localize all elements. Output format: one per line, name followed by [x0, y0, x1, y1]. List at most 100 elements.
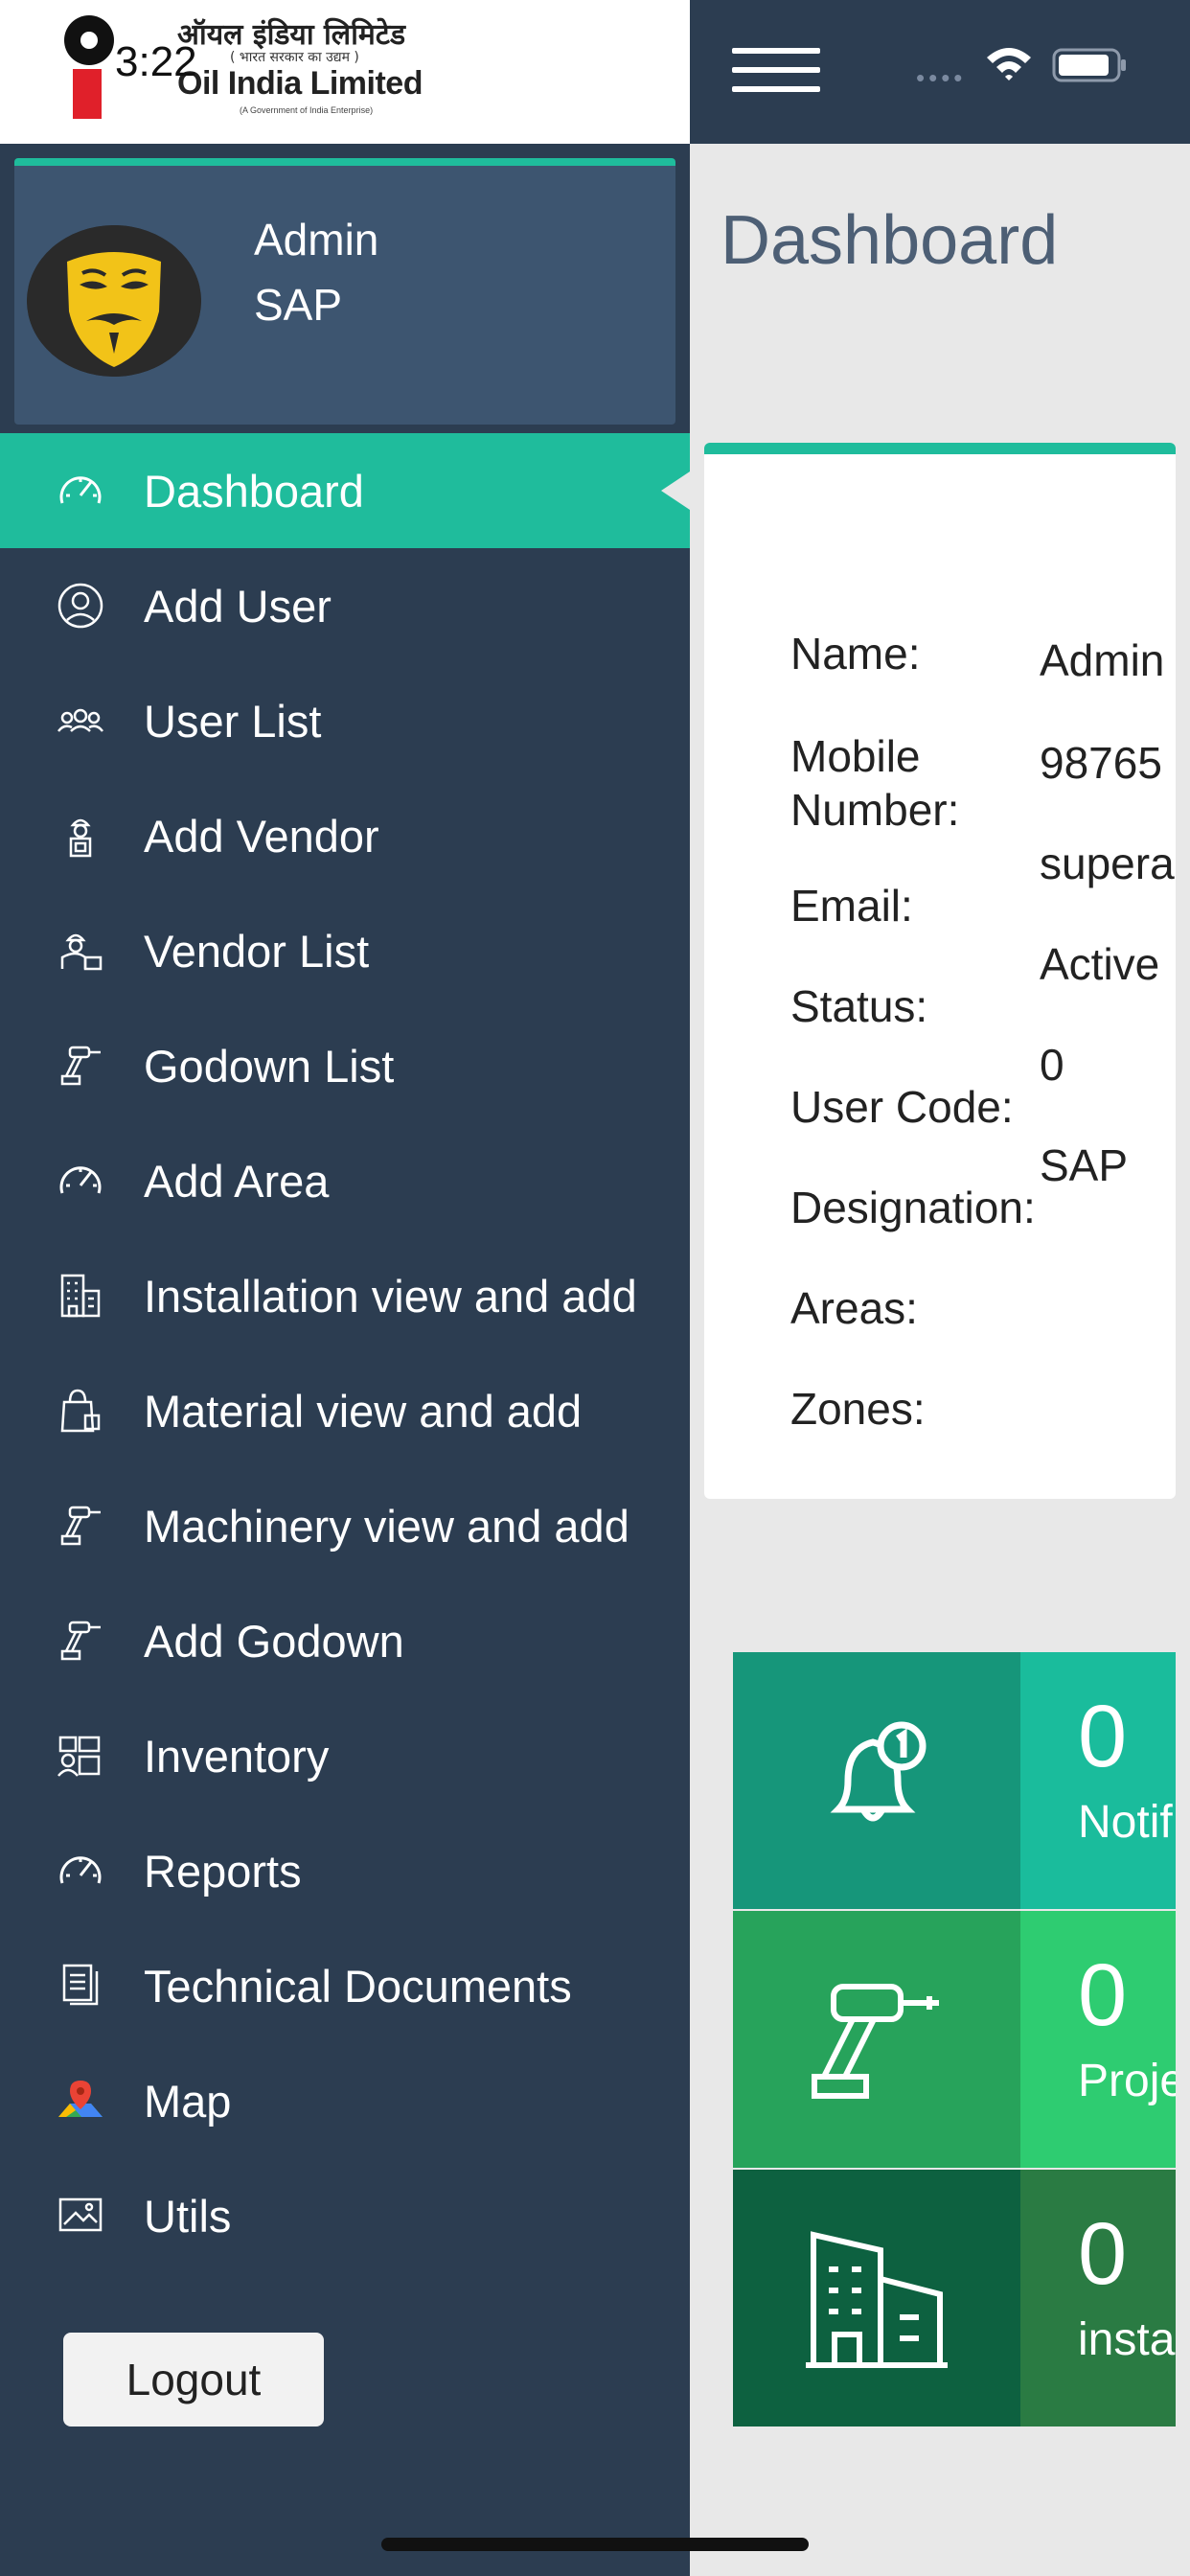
- drill-icon: [56, 1041, 105, 1091]
- speedometer-icon: [56, 1846, 105, 1896]
- profile-name: Admin: [254, 215, 379, 264]
- page-title: Dashboard: [721, 202, 1059, 279]
- sidebar-item-add-user[interactable]: Add User: [0, 548, 690, 663]
- logo-hindi-subtext: ( भारत सरकार का उद्यम ): [230, 50, 359, 65]
- designation-value: SAP: [1040, 1140, 1129, 1190]
- zones-label: Zones:: [790, 1384, 926, 1434]
- drill-icon: [56, 1501, 105, 1551]
- sidebar-item-utils[interactable]: Utils: [0, 2158, 690, 2273]
- vendor-icon: [56, 811, 105, 861]
- stat-icon-area: [733, 2170, 1020, 2426]
- sidebar-item-dashboard[interactable]: Dashboard: [0, 433, 690, 548]
- vendor-worker-icon: [56, 926, 105, 976]
- logout-button[interactable]: Logout: [63, 2333, 324, 2426]
- stat-value-area: 0 Notif: [1020, 1652, 1176, 1909]
- mask-avatar-icon: [27, 225, 201, 377]
- stat-value-area: 0 insta: [1020, 2170, 1176, 2426]
- email-value: supera: [1040, 839, 1175, 888]
- sidebar-item-label: Add Vendor: [144, 810, 379, 862]
- company-logo: ऑयल इंडिया लिमिटेड ( भारत सरकार का उद्यम…: [0, 0, 690, 144]
- wifi-icon: [987, 48, 1031, 80]
- status-value: Active: [1040, 939, 1160, 989]
- user-profile-panel: Name: Admin Mobile Number: 98765 Email: …: [704, 443, 1176, 1499]
- sidebar-item-technical-documents[interactable]: Technical Documents: [0, 1928, 690, 2043]
- user-code-label: User Code:: [790, 1082, 1014, 1132]
- app-header: ••••: [690, 0, 1190, 144]
- logo-hindi-text: ऑयल इंडिया लिमिटेड: [177, 18, 406, 52]
- sidebar-item-label: Installation view and add: [144, 1270, 637, 1322]
- image-icon: [56, 2191, 105, 2241]
- stat-count: 0: [1078, 1946, 1128, 2044]
- sidebar-item-label: Machinery view and add: [144, 1500, 629, 1552]
- profile-card: Admin SAP: [14, 158, 675, 425]
- name-value: Admin: [1040, 635, 1165, 685]
- sidebar-item-label: User List: [144, 695, 322, 747]
- sidebar-item-add-vendor[interactable]: Add Vendor: [0, 778, 690, 893]
- sidebar-item-label: Add Area: [144, 1155, 330, 1207]
- sidebar-item-label: Add Godown: [144, 1615, 404, 1667]
- sidebar-item-map[interactable]: Map: [0, 2043, 690, 2158]
- stat-label: insta: [1078, 2314, 1176, 2365]
- menu-toggle-icon[interactable]: [732, 48, 820, 94]
- sidebar-item-label: Add User: [144, 580, 332, 632]
- inventory-icon: [56, 1731, 105, 1781]
- notifications-stat-card[interactable]: 0 Notif: [733, 1652, 1176, 1909]
- sidebar-item-user-list[interactable]: User List: [0, 663, 690, 778]
- sidebar-item-label: Vendor List: [144, 925, 370, 977]
- areas-label: Areas:: [790, 1283, 918, 1333]
- sidebar-item-label: Utils: [144, 2190, 232, 2242]
- stat-icon-area: [733, 1911, 1020, 2168]
- status-label: Status:: [790, 981, 928, 1031]
- email-label: Email:: [790, 881, 913, 931]
- sidebar-item-label: Dashboard: [144, 465, 364, 517]
- profile-role: SAP: [254, 280, 343, 330]
- stat-icon-area: [733, 1652, 1020, 1909]
- sidebar-item-add-godown[interactable]: Add Godown: [0, 1583, 690, 1698]
- navigation-drawer: ऑयल इंडिया लिमिटेड ( भारत सरकार का उद्यम…: [0, 0, 690, 2576]
- sidebar-item-label: Material view and add: [144, 1385, 583, 1437]
- sidebar-item-godown-list[interactable]: Godown List: [0, 1008, 690, 1123]
- sidebar-item-add-area[interactable]: Add Area: [0, 1123, 690, 1238]
- logo-subtitle: (A Government of India Enterprise): [240, 105, 374, 115]
- cellular-signal-icon: ••••: [916, 63, 967, 92]
- designation-label: Designation:: [790, 1183, 1036, 1232]
- sidebar-item-label: Godown List: [144, 1040, 395, 1092]
- user-circle-icon: [56, 581, 105, 631]
- stat-count: 0: [1078, 1688, 1128, 1785]
- sidebar-item-inventory[interactable]: Inventory: [0, 1698, 690, 1813]
- sidebar-item-vendor-list[interactable]: Vendor List: [0, 893, 690, 1008]
- stat-value-area: 0 Proje: [1020, 1911, 1176, 2168]
- mobile-label-line2: Number:: [790, 785, 960, 835]
- sidebar-item-material[interactable]: Material view and add: [0, 1353, 690, 1468]
- battery-icon: [1052, 48, 1126, 82]
- stat-count: 0: [1078, 2205, 1128, 2303]
- name-label: Name:: [790, 629, 921, 678]
- building-icon: [806, 2231, 948, 2368]
- sidebar-item-reports[interactable]: Reports: [0, 1813, 690, 1928]
- stat-label: Proje: [1078, 2056, 1176, 2106]
- document-icon: [56, 1961, 105, 2011]
- avatar: [27, 225, 201, 377]
- shopping-bag-icon: [56, 1386, 105, 1436]
- sidebar-menu: Dashboard Add User User List Add Vendor: [0, 433, 690, 2273]
- building-icon: [56, 1271, 105, 1321]
- speedometer-icon: [56, 1156, 105, 1206]
- home-indicator[interactable]: [381, 2538, 809, 2551]
- projects-stat-card[interactable]: 0 Proje: [733, 1911, 1176, 2168]
- drill-icon: [812, 1984, 939, 2099]
- sidebar-item-label: Technical Documents: [144, 1960, 572, 2012]
- bell-notification-icon: [830, 1721, 927, 1822]
- sidebar-item-label: Map: [144, 2075, 232, 2127]
- status-bar-time: 3:22: [115, 38, 197, 85]
- sidebar-item-installation[interactable]: Installation view and add: [0, 1238, 690, 1353]
- logo-english-text: Oil India Limited: [177, 65, 423, 102]
- sidebar-item-machinery[interactable]: Machinery view and add: [0, 1468, 690, 1583]
- oil-india-logo-mark: [64, 15, 114, 119]
- installations-stat-card[interactable]: 0 insta: [733, 2170, 1176, 2426]
- user-code-value: 0: [1040, 1040, 1064, 1090]
- stat-label: Notif: [1078, 1797, 1173, 1848]
- drill-icon: [56, 1616, 105, 1666]
- mobile-value: 98765: [1040, 738, 1162, 788]
- sidebar-item-label: Reports: [144, 1845, 302, 1897]
- sidebar-item-label: Inventory: [144, 1730, 330, 1782]
